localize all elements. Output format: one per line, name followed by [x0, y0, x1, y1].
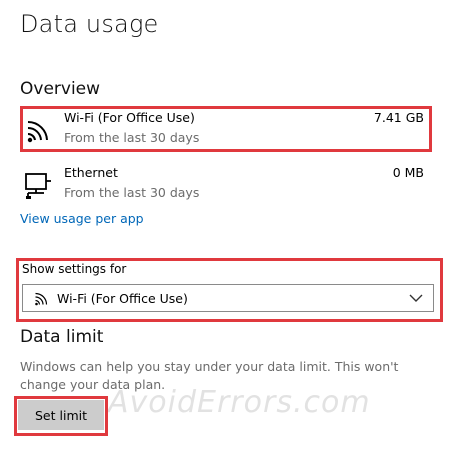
view-usage-per-app-link[interactable]: View usage per app [20, 211, 144, 226]
data-limit-heading: Data limit [20, 327, 104, 347]
usage-amount: 7.41 GB [373, 110, 424, 125]
wifi-icon [35, 292, 48, 306]
ethernet-icon [25, 173, 51, 199]
data-limit-description: Windows can help you stay under your dat… [20, 359, 399, 392]
usage-period: From the last 30 days [64, 185, 200, 200]
wifi-icon [27, 120, 48, 143]
page-title: Data usage [20, 10, 159, 38]
dropdown-selected-value: Wi-Fi (For Office Use) [57, 291, 188, 306]
set-limit-button[interactable]: Set limit [18, 400, 104, 430]
usage-amount: 0 MB [392, 165, 424, 180]
usage-name: Wi-Fi (For Office Use) [64, 110, 195, 125]
usage-row-wifi[interactable]: Wi-Fi (For Office Use) From the last 30 … [20, 108, 432, 152]
usage-name: Ethernet [64, 165, 118, 180]
network-select-dropdown[interactable]: Wi-Fi (For Office Use) [22, 284, 434, 312]
usage-row-ethernet[interactable]: Ethernet From the last 30 days 0 MB [20, 163, 432, 207]
overview-heading: Overview [20, 79, 101, 99]
usage-period: From the last 30 days [64, 130, 200, 145]
chevron-down-icon [409, 294, 423, 302]
show-settings-label: Show settings for [22, 262, 127, 276]
